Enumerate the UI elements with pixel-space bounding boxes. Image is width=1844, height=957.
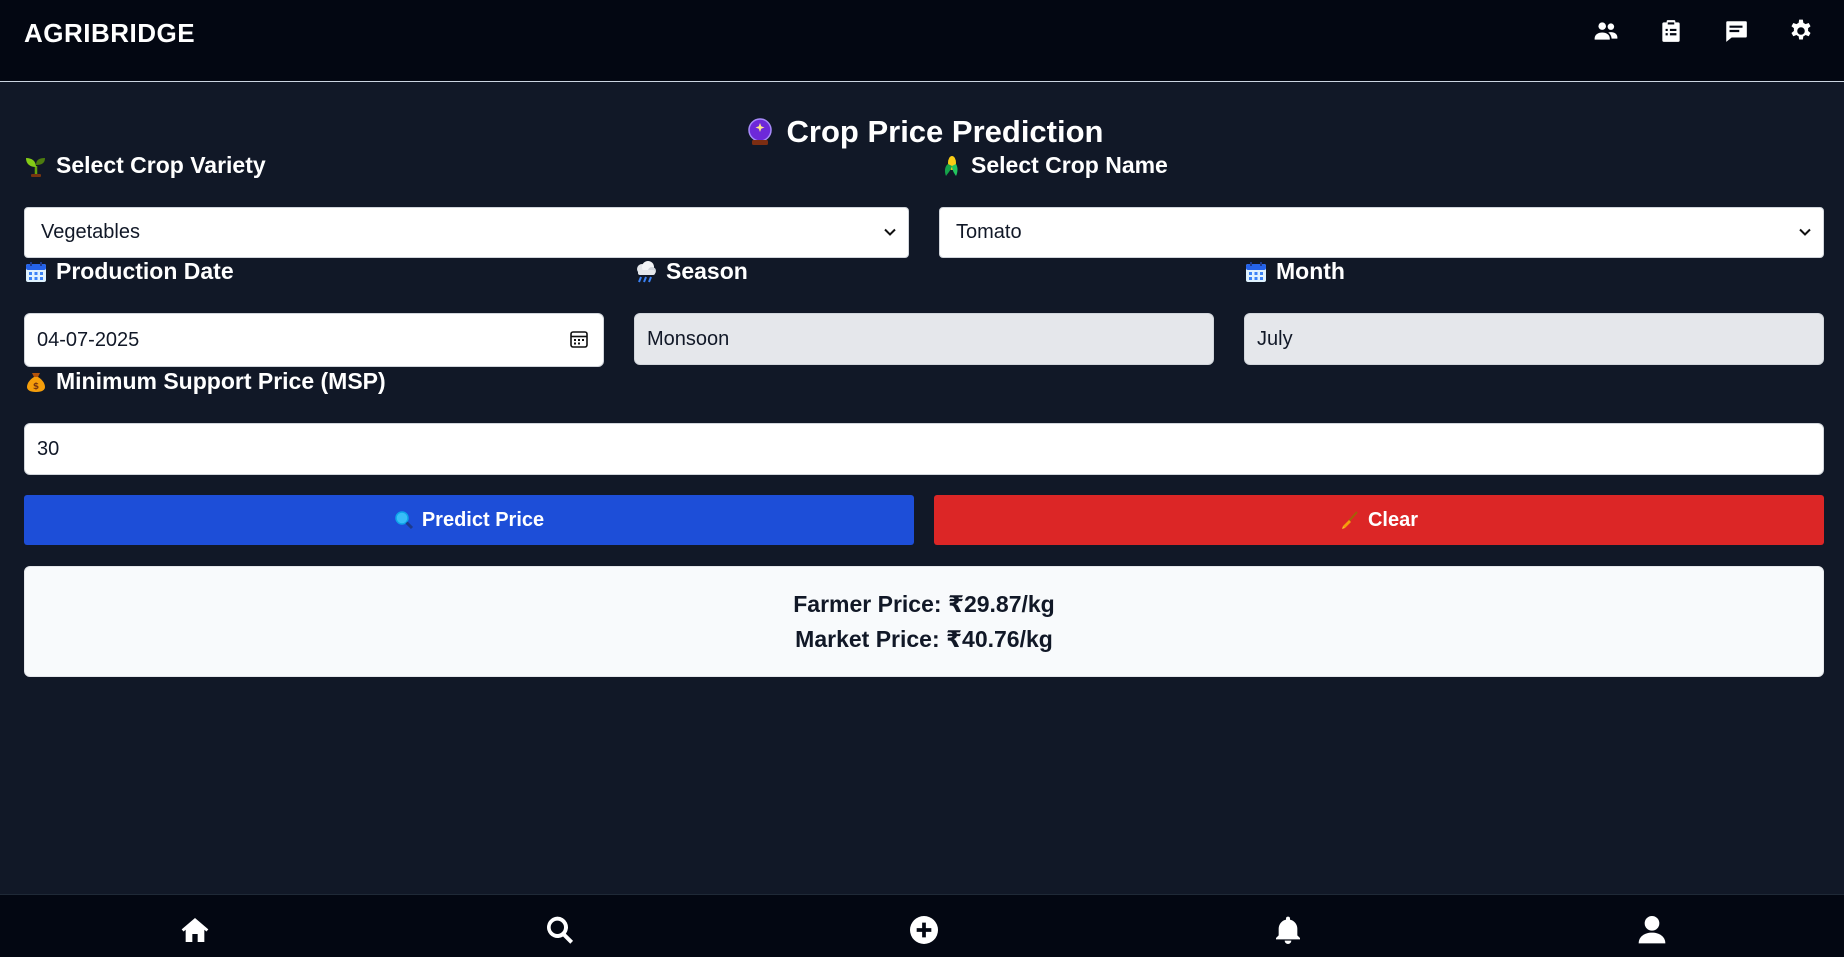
chevron-down-icon <box>1799 228 1811 236</box>
farmer-price: Farmer Price: ₹29.87/kg <box>793 590 1055 617</box>
msp-input[interactable]: 30 <box>24 423 1824 475</box>
production-date-input[interactable]: 04-07-2025 <box>24 313 604 367</box>
users-icon[interactable] <box>1591 16 1621 46</box>
prediction-result: Farmer Price: ₹29.87/kg Market Price: ₹4… <box>24 566 1824 677</box>
predict-price-button[interactable]: Predict Price <box>24 495 914 545</box>
month-label: Month <box>1244 258 1345 285</box>
gear-icon[interactable] <box>1786 16 1816 46</box>
chat-icon[interactable] <box>1721 16 1751 46</box>
add-icon[interactable] <box>907 913 941 947</box>
crop-variety-label: Select Crop Variety <box>24 152 266 179</box>
crop-name-select[interactable]: Tomato <box>939 207 1824 258</box>
home-icon[interactable] <box>178 913 212 947</box>
seedling-icon <box>26 157 45 177</box>
market-price: Market Price: ₹40.76/kg <box>795 625 1053 652</box>
crop-variety-select[interactable]: Vegetables <box>24 207 909 258</box>
svg-text:$: $ <box>33 382 39 392</box>
season-label: Season <box>634 258 748 285</box>
page-title-text: Crop Price Prediction <box>786 114 1104 149</box>
profile-icon[interactable] <box>1635 913 1669 947</box>
chevron-down-icon <box>884 228 896 236</box>
crop-name-label: Select Crop Name <box>939 152 1168 179</box>
money-bag-icon: $ <box>27 372 45 392</box>
page-title: Crop Price Prediction <box>24 114 1824 150</box>
rain-cloud-icon <box>637 260 656 282</box>
season-field[interactable]: Monsoon <box>634 313 1214 365</box>
calendar-picker-icon[interactable] <box>569 329 589 349</box>
calendar-icon <box>1246 261 1266 282</box>
month-field[interactable]: July <box>1244 313 1824 365</box>
calendar-icon <box>26 261 46 282</box>
broom-icon <box>1341 511 1358 529</box>
magnifier-icon <box>395 511 413 530</box>
corn-icon <box>944 155 958 176</box>
crystal-ball-icon <box>745 117 775 147</box>
brand-logo[interactable]: AGRIBRIDGE <box>24 18 195 49</box>
bottom-nav <box>0 894 1844 957</box>
search-icon[interactable] <box>543 913 577 947</box>
msp-label: $ Minimum Support Price (MSP) <box>24 368 386 395</box>
bell-icon[interactable] <box>1271 913 1305 947</box>
clear-button[interactable]: Clear <box>934 495 1824 545</box>
production-date-label: Production Date <box>24 258 234 285</box>
top-bar: AGRIBRIDGE <box>0 0 1844 82</box>
clipboard-icon[interactable] <box>1656 16 1686 46</box>
